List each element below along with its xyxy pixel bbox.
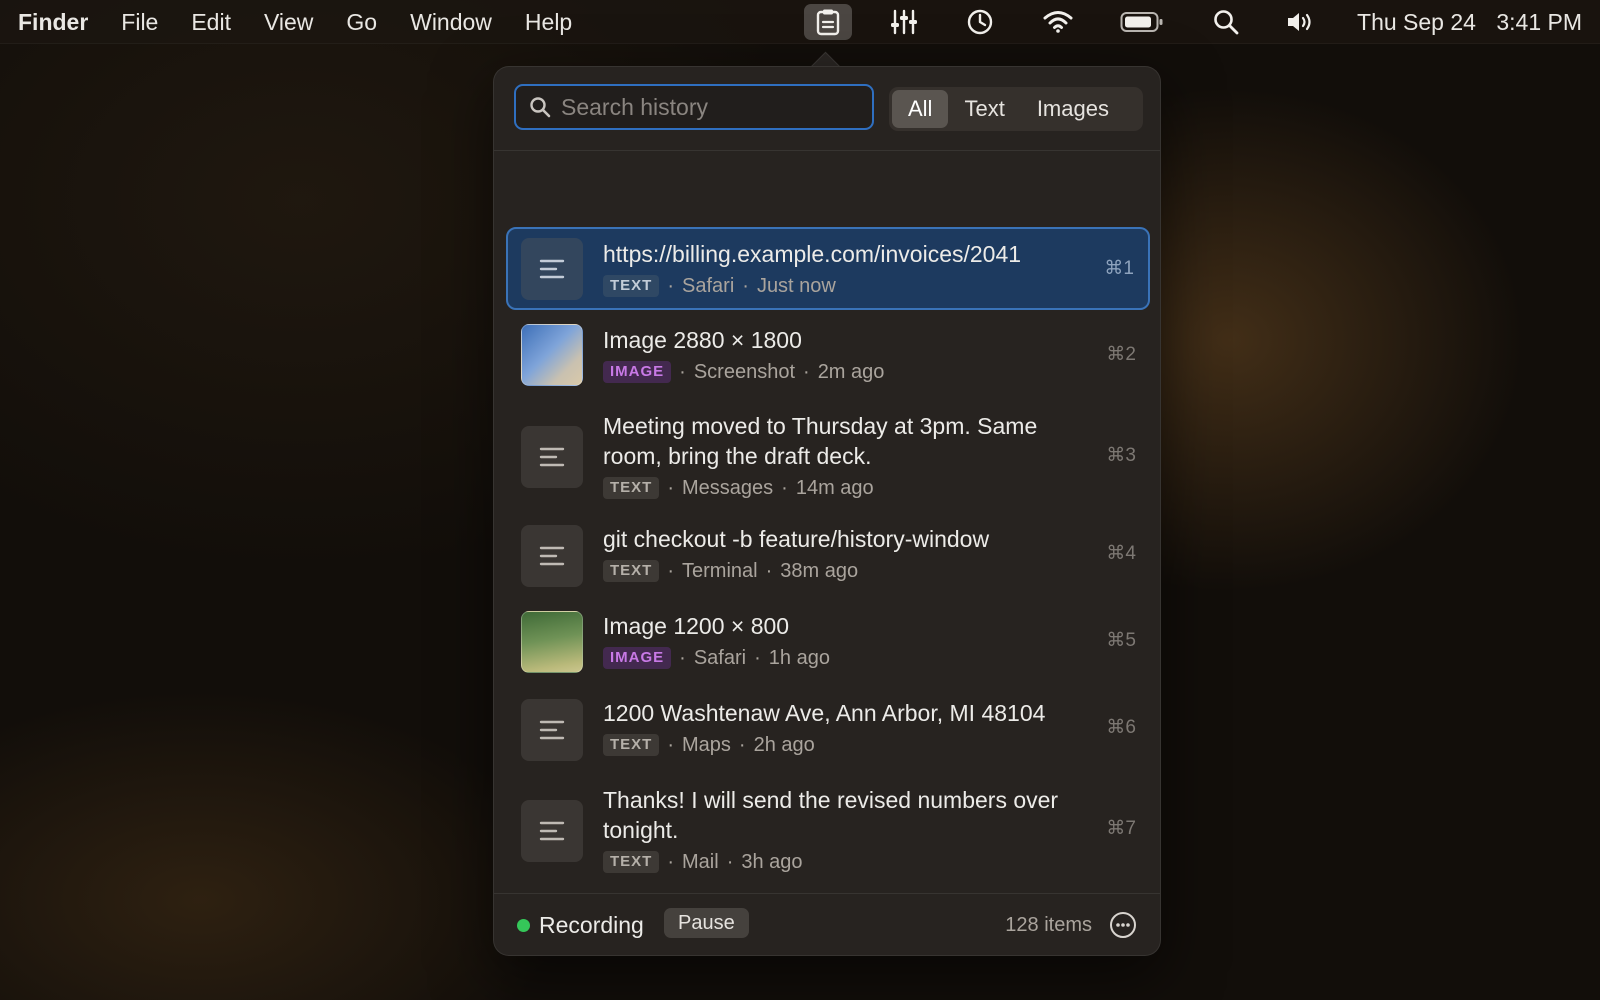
menu-file[interactable]: File <box>121 0 158 44</box>
filter-text[interactable]: Text <box>948 90 1020 128</box>
popover-header: All Text Images <box>494 67 1160 151</box>
menu-bar-clock[interactable]: Thu Sep 24 3:41 PM <box>1357 0 1582 44</box>
pause-button[interactable]: Pause <box>664 908 749 938</box>
clipboard-icon[interactable] <box>804 4 852 40</box>
menu-bar-time: 3:41 PM <box>1496 9 1582 35</box>
history-item-shortcut: ⌘5 <box>1106 630 1136 651</box>
recording-status: Recording <box>539 912 644 938</box>
history-item-title: Meeting moved to Thursday at 3pm. Same r… <box>603 413 1038 469</box>
history-item-time: 1h ago <box>768 647 830 669</box>
history-item-time: 3h ago <box>741 851 803 873</box>
type-badge: TEXT <box>603 275 660 297</box>
history-item-shortcut: ⌘2 <box>1106 344 1136 365</box>
history-item[interactable]: Meeting moved to Thursday at 3pm. Same r… <box>506 401 1150 511</box>
image-thumbnail <box>521 324 583 386</box>
type-badge: TEXT <box>603 560 660 582</box>
mixer-icon[interactable] <box>884 4 924 40</box>
more-options-icon[interactable] <box>1108 910 1138 940</box>
history-item-title: Image 2880 × 1800 <box>603 327 802 353</box>
history-item-shortcut: ⌘3 <box>1106 445 1136 466</box>
text-clip-icon <box>521 800 583 862</box>
search-icon[interactable] <box>1206 4 1246 40</box>
menu-window[interactable]: Window <box>410 0 492 44</box>
text-clip-icon <box>521 525 583 587</box>
image-thumbnail <box>521 611 583 673</box>
type-badge: TEXT <box>603 734 660 756</box>
history-item-meta: TEXT · Messages · 14m ago <box>603 475 1076 501</box>
menu-help[interactable]: Help <box>525 0 572 44</box>
wifi-icon[interactable] <box>1036 4 1080 40</box>
history-item-source: Maps <box>682 734 731 756</box>
history-item-meta: TEXT · Safari · Just now <box>603 273 1074 299</box>
history-item-title: 1200 Washtenaw Ave, Ann Arbor, MI 48104 <box>603 700 1046 726</box>
history-item[interactable]: 1200 Washtenaw Ave, Ann Arbor, MI 48104 … <box>506 688 1150 772</box>
text-clip-icon <box>521 426 583 488</box>
recording-indicator <box>517 919 530 932</box>
menu-view[interactable]: View <box>264 0 313 44</box>
battery-icon[interactable] <box>1118 4 1166 40</box>
history-item-title: Image 1200 × 800 <box>603 613 790 639</box>
history-item-time: 38m ago <box>780 560 859 582</box>
type-badge: IMAGE <box>603 361 672 383</box>
history-item-source: Safari <box>682 275 735 297</box>
history-item-time: Just now <box>756 275 836 297</box>
history-item-meta: IMAGE · Safari · 1h ago <box>603 645 1076 671</box>
clipboard-history-popover: All Text Images https://billing.example.… <box>493 66 1161 956</box>
history-item-content: https://billing.example.com/invoices/204… <box>603 239 1074 299</box>
clock-icon[interactable] <box>960 4 1000 40</box>
history-item-shortcut: ⌘6 <box>1106 717 1136 738</box>
text-clip-icon <box>521 238 583 300</box>
history-item[interactable]: Thanks! I will send the revised numbers … <box>506 775 1150 885</box>
filter-all[interactable]: All <box>892 90 949 128</box>
history-item-meta: TEXT · Terminal · 38m ago <box>603 558 1076 584</box>
history-item[interactable]: Image 2880 × 1800 IMAGE · Screenshot · 2… <box>506 314 1150 398</box>
item-count: 128 items <box>1005 914 1092 936</box>
filter-segmented-control: All Text Images <box>889 87 1143 131</box>
menu-edit[interactable]: Edit <box>191 0 231 44</box>
menu-bar-left: Finder File Edit View Go Window Help <box>0 0 605 44</box>
history-item-source: Safari <box>693 647 747 669</box>
history-item-title: Thanks! I will send the revised numbers … <box>603 787 1059 843</box>
type-badge: TEXT <box>603 477 660 499</box>
history-item-content: git checkout -b feature/history-window T… <box>603 524 1076 584</box>
menu-bar: Finder File Edit View Go Window Help Thu… <box>0 0 1600 44</box>
history-item-meta: IMAGE · Screenshot · 2m ago <box>603 359 1076 385</box>
history-item-content: Thanks! I will send the revised numbers … <box>603 785 1076 875</box>
history-item-content: 1200 Washtenaw Ave, Ann Arbor, MI 48104 … <box>603 698 1076 758</box>
history-item-meta: TEXT · Maps · 2h ago <box>603 732 1076 758</box>
type-badge: TEXT <box>603 851 660 873</box>
history-item-shortcut: ⌘1 <box>1104 258 1134 279</box>
search-input[interactable] <box>561 93 872 121</box>
popover-footer: Recording Pause 128 items <box>494 893 1160 955</box>
history-item-source: Messages <box>682 477 774 499</box>
history-item-time: 2m ago <box>817 361 885 383</box>
history-item-time: 2h ago <box>753 734 815 756</box>
volume-icon[interactable] <box>1280 4 1320 40</box>
history-item[interactable]: https://billing.example.com/invoices/204… <box>506 227 1150 310</box>
history-item-meta: TEXT · Mail · 3h ago <box>603 849 1076 875</box>
search-field-icon <box>529 96 551 118</box>
history-item-shortcut: ⌘7 <box>1106 818 1136 839</box>
menu-app-name[interactable]: Finder <box>18 0 88 44</box>
history-item-shortcut: ⌘4 <box>1106 543 1136 564</box>
history-item-source: Screenshot <box>693 361 796 383</box>
menu-go[interactable]: Go <box>346 0 377 44</box>
history-item-time: 14m ago <box>795 477 874 499</box>
text-clip-icon <box>521 699 583 761</box>
history-item-source: Terminal <box>682 560 758 582</box>
history-item-content: Image 2880 × 1800 IMAGE · Screenshot · 2… <box>603 325 1076 385</box>
filter-images[interactable]: Images <box>1021 90 1125 128</box>
menu-bar-date: Thu Sep 24 <box>1357 9 1476 35</box>
history-item-content: Image 1200 × 800 IMAGE · Safari · 1h ago <box>603 611 1076 671</box>
history-item-title: git checkout -b feature/history-window <box>603 526 990 552</box>
history-item-title: https://billing.example.com/invoices/204… <box>603 241 1022 267</box>
history-item-source: Mail <box>682 851 719 873</box>
history-item[interactable]: Image 1200 × 800 IMAGE · Safari · 1h ago… <box>506 601 1150 685</box>
search-field[interactable] <box>514 84 874 130</box>
history-item-content: Meeting moved to Thursday at 3pm. Same r… <box>603 411 1076 501</box>
type-badge: IMAGE <box>603 647 672 669</box>
history-item[interactable]: git checkout -b feature/history-window T… <box>506 514 1150 598</box>
